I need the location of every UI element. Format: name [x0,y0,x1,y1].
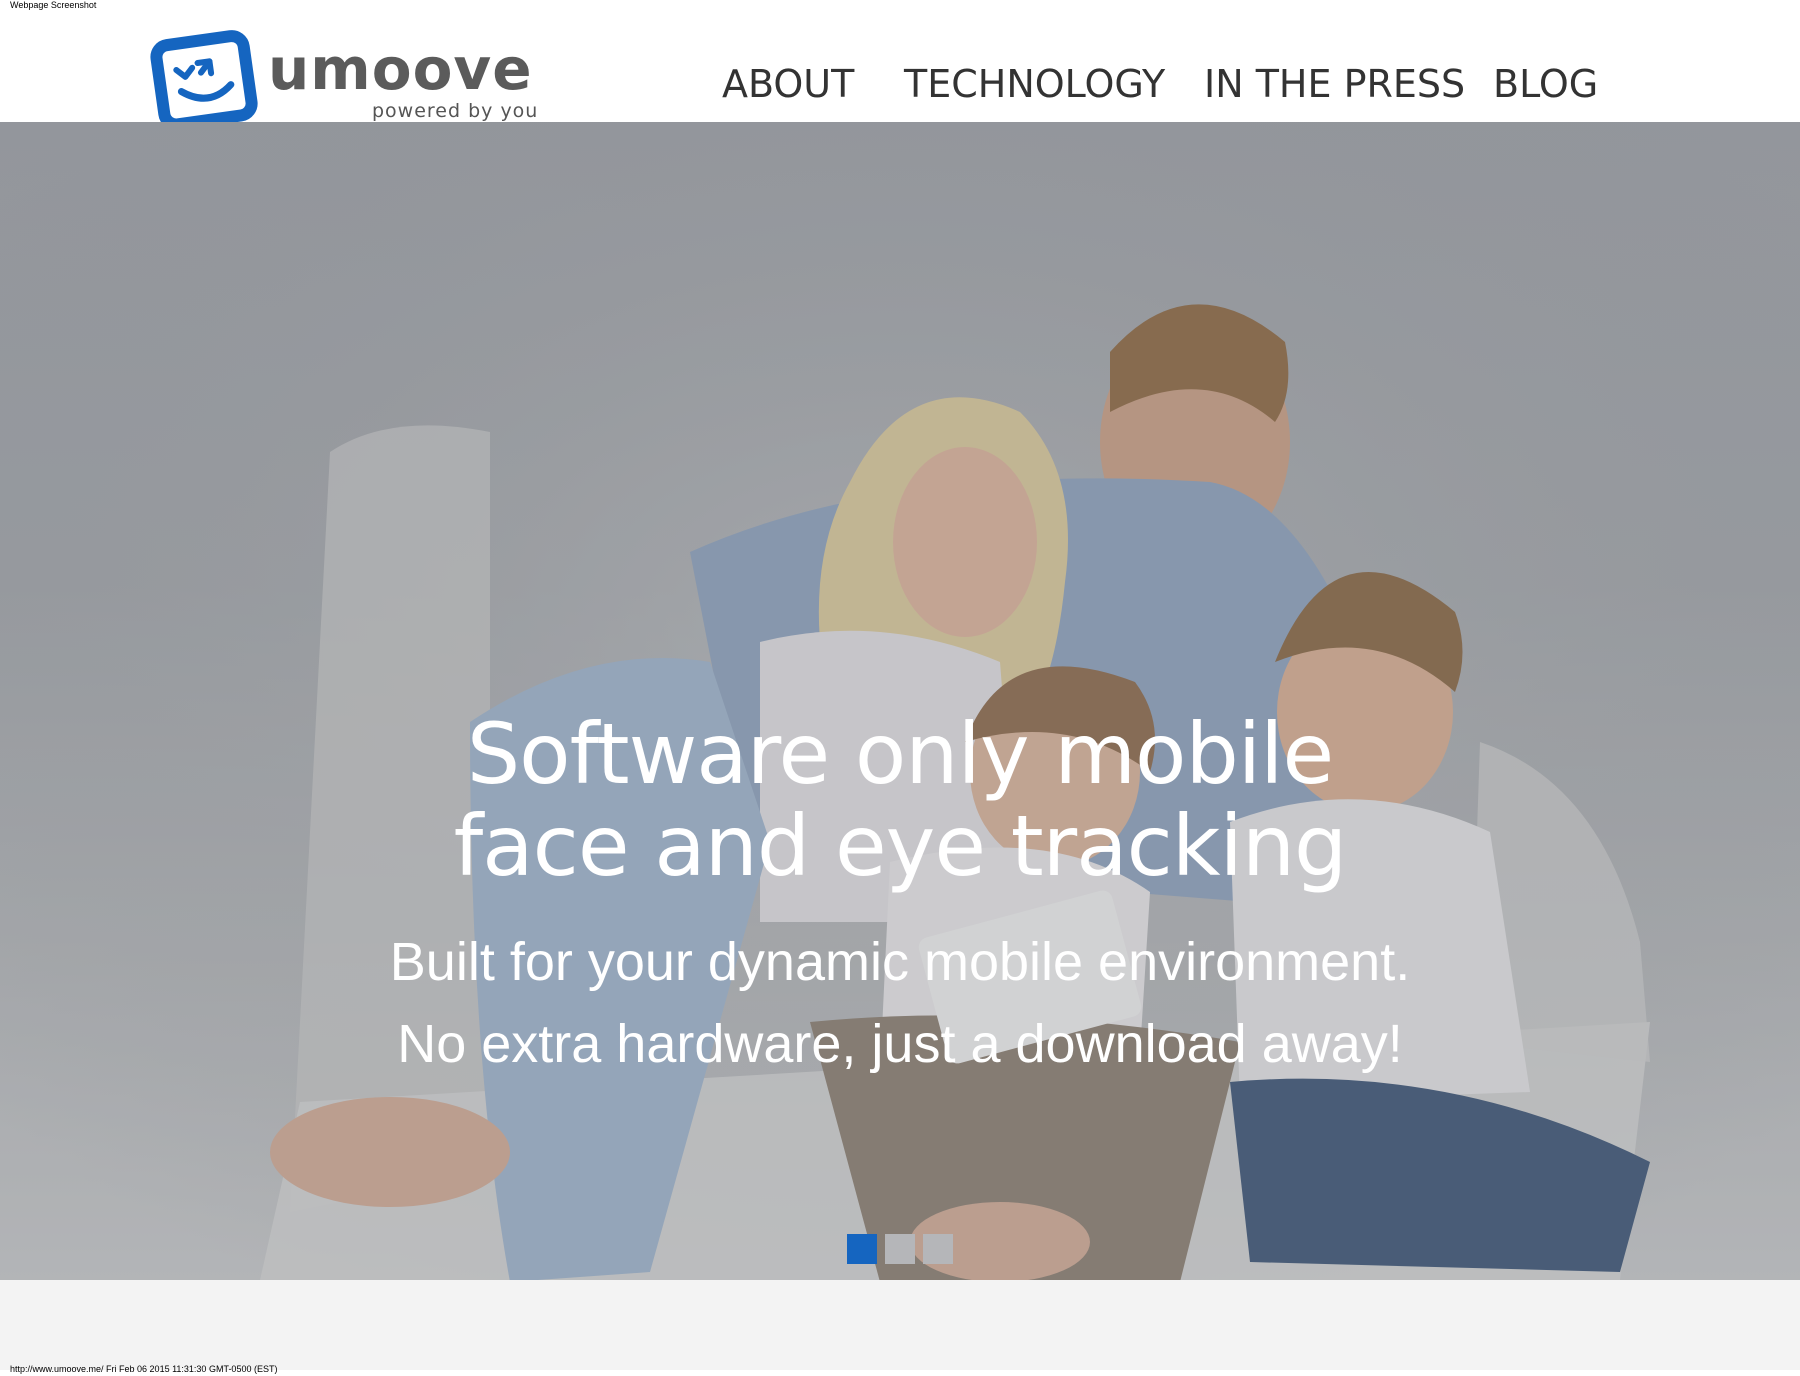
nav-about[interactable]: ABOUT [722,62,854,106]
capture-url-timestamp: http://www.umoove.me/ Fri Feb 06 2015 11… [10,1364,278,1374]
hero-family-photo [0,122,1800,1280]
nav-technology[interactable]: TECHNOLOGY [904,62,1165,106]
hero-headline-line1: Software only mobile [466,705,1334,803]
footer-band [0,1280,1800,1370]
slider-dot-3[interactable] [923,1234,953,1264]
umoove-logo-icon [150,30,258,130]
slider-dot-2[interactable] [885,1234,915,1264]
logo-tagline: powered by you [372,100,539,122]
hero-subline-2: No extra hardware, just a download away! [397,1014,1403,1074]
logo-wordmark: umoove [268,35,533,103]
slider-dot-1[interactable] [847,1234,877,1264]
hero-subline-1: Built for your dynamic mobile environmen… [389,932,1411,992]
hero-headline-line2: face and eye tracking [453,797,1348,895]
hero-slider: Software only mobile face and eye tracki… [0,122,1800,1280]
site-header: umoove powered by you ABOUT TECHNOLOGY I… [0,12,1800,130]
nav-in-the-press[interactable]: IN THE PRESS [1204,62,1465,106]
site-logo[interactable]: umoove powered by you [150,30,550,130]
nav-blog[interactable]: BLOG [1493,62,1598,106]
capture-label: Webpage Screenshot [10,0,97,10]
